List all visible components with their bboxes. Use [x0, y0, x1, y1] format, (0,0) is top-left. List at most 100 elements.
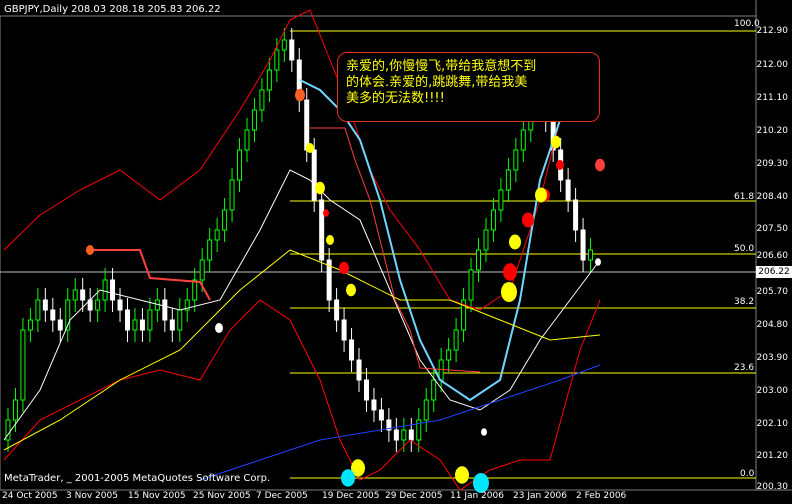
candle-body — [80, 289, 86, 301]
candle-body — [580, 229, 586, 261]
price-tick: 210.20 — [756, 126, 789, 136]
candle-body — [244, 129, 250, 151]
candle-body — [139, 319, 145, 331]
candle-body — [266, 69, 272, 91]
signal-dot — [346, 283, 356, 297]
candle-body — [207, 239, 213, 261]
candle-body — [431, 379, 437, 401]
candle-body — [192, 279, 198, 301]
candle-body — [468, 269, 474, 301]
candle-body — [341, 319, 347, 341]
candle-body — [57, 319, 63, 331]
date-tick: 7 Dec 2005 — [256, 491, 308, 501]
candle-body — [274, 49, 280, 71]
signal-dot — [503, 263, 517, 281]
candle-body — [565, 179, 571, 201]
candle-body — [169, 319, 175, 331]
signal-dot — [295, 88, 305, 102]
candle-body — [498, 189, 504, 211]
date-tick: 3 Nov 2005 — [66, 491, 118, 501]
candle-body — [214, 229, 220, 241]
candle-body — [393, 429, 399, 441]
fib-level-label: 0.0 — [740, 469, 755, 479]
price-tick: 209.30 — [756, 159, 789, 169]
chart-window[interactable]: GBPJPY,Daily 208.03 208.18 205.83 206.22… — [0, 0, 792, 504]
copyright-notice: MetaTrader, _ 2001-2005 MetaQuotes Softw… — [4, 473, 271, 484]
signal-dot — [501, 282, 517, 302]
signal-dot — [326, 235, 334, 245]
signal-dot — [535, 187, 547, 203]
fib-level-label: 38.2 — [734, 297, 755, 307]
fib-level-label: 100.0 — [734, 19, 760, 29]
bollinger-lower — [3, 299, 601, 491]
price-tick: 211.10 — [756, 93, 789, 103]
signal-dot — [509, 234, 521, 250]
candle-body — [349, 339, 355, 361]
date-tick: 2 Feb 2006 — [576, 491, 627, 501]
price-tick: 204.80 — [756, 320, 789, 330]
chart-title: GBPJPY,Daily 208.03 208.18 205.83 206.22 — [4, 4, 221, 15]
candle-body — [110, 279, 116, 301]
price-tick: 212.00 — [756, 60, 789, 70]
signal-dot — [339, 261, 349, 275]
ma-blue — [199, 364, 601, 481]
candle-body — [251, 109, 257, 131]
signal-dot — [481, 428, 487, 436]
candle-body — [132, 319, 138, 331]
price-tick: 212.90 — [756, 26, 789, 36]
candle-body — [147, 309, 153, 331]
price-tick: 207.50 — [756, 224, 789, 234]
candle-body — [505, 169, 511, 191]
candle-body — [237, 149, 243, 181]
candle-body — [378, 409, 384, 421]
candle-body — [476, 249, 482, 271]
price-tick: 208.40 — [756, 192, 789, 202]
price-tick: 206.60 — [756, 251, 789, 261]
candle-body — [229, 179, 235, 211]
date-tick: 25 Nov 2005 — [193, 491, 251, 501]
candle-body — [513, 149, 519, 171]
signal-dot — [556, 160, 564, 170]
candle-body — [124, 309, 130, 331]
candle-body — [50, 309, 56, 321]
candle-body — [42, 299, 48, 311]
candle-body — [281, 39, 287, 51]
candle-body — [12, 399, 18, 421]
date-tick: 23 Jan 2006 — [513, 491, 567, 501]
candle-body — [102, 279, 108, 301]
price-tick: 202.10 — [756, 419, 789, 429]
signal-dot — [522, 212, 534, 228]
price-tick: 203.00 — [756, 386, 789, 396]
candle-body — [27, 319, 33, 331]
candle-body — [490, 209, 496, 231]
fib-level-label: 61.8 — [734, 192, 755, 202]
signal-dot — [215, 323, 223, 333]
candle-body — [356, 359, 362, 381]
candle-body — [588, 249, 594, 261]
fib-level-label: 23.6 — [734, 363, 755, 373]
candle-body — [311, 149, 317, 201]
candle-body — [520, 129, 526, 151]
candle-body — [371, 399, 377, 411]
price-tick: 203.90 — [756, 353, 789, 363]
annotation-textbox[interactable]: 亲爱的,你慢慢飞,带给我意想不到 的体会.亲爱的,跳跳舞,带给我美 美多的无法数… — [337, 52, 600, 122]
signal-dot — [455, 466, 469, 484]
date-tick: 24 Oct 2005 — [2, 491, 58, 501]
date-tick: 11 Jan 2006 — [450, 491, 504, 501]
candle-body — [334, 299, 340, 321]
candle-body — [289, 39, 295, 61]
date-tick: 15 Nov 2005 — [128, 491, 186, 501]
candle-body — [423, 399, 429, 421]
candle-body — [35, 299, 41, 321]
signal-dot — [315, 181, 325, 195]
candle-body — [259, 89, 265, 111]
signal-dot — [323, 209, 329, 217]
ma-white — [3, 169, 601, 441]
signal-dot — [473, 473, 489, 493]
candle-body — [483, 229, 489, 251]
candle-body — [319, 199, 325, 261]
candle-body — [446, 349, 452, 361]
date-tick: 19 Dec 2005 — [322, 491, 380, 501]
price-tick: 200.30 — [756, 482, 789, 492]
annotation-line-2: 的体会.亲爱的,跳跳舞,带给我美 — [346, 75, 528, 90]
